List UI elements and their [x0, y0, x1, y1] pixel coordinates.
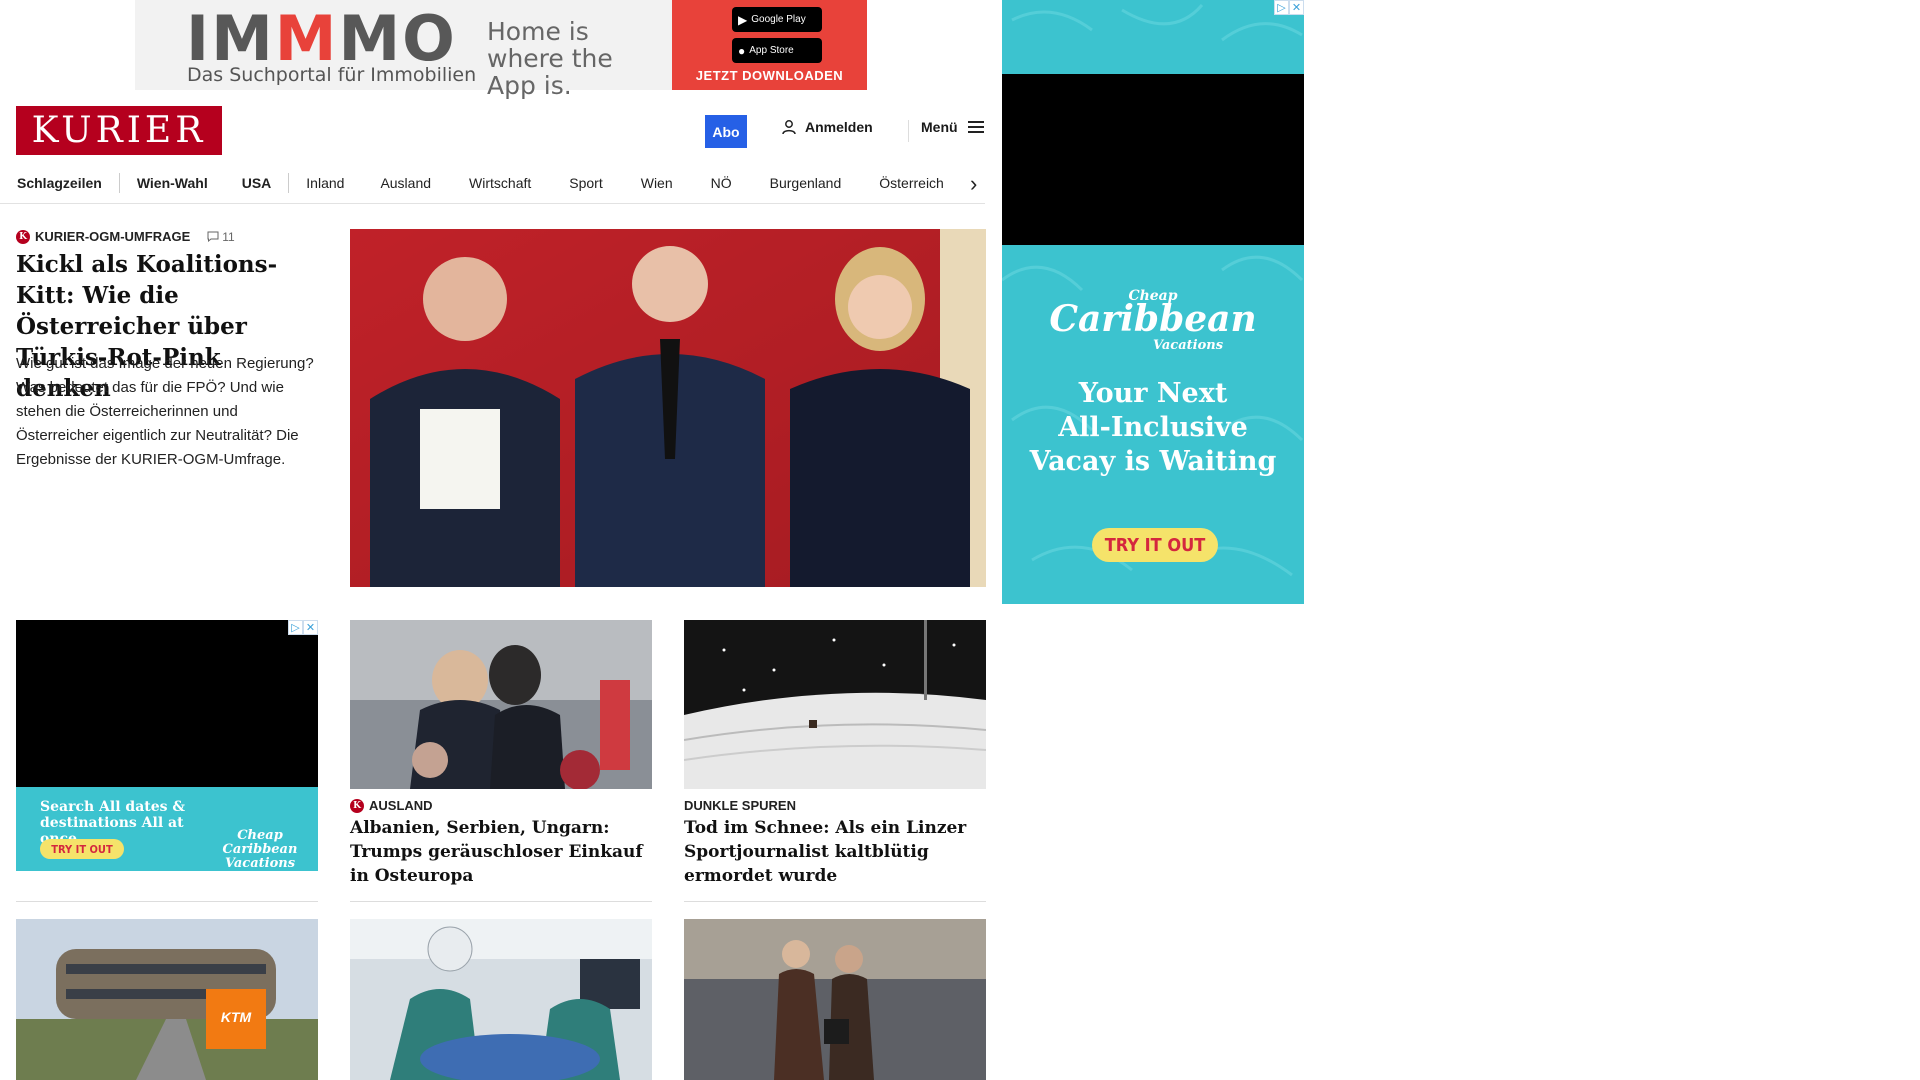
sidebar-ad-headline-3: Vacay is Waiting — [1029, 446, 1277, 477]
caribbean-logo-bottom: Vacations — [1152, 338, 1224, 353]
inline-ad-logo: Cheap Caribbean Vacations — [222, 828, 298, 871]
nav-item-wirtschaft[interactable]: Wirtschaft — [450, 175, 550, 191]
hamburger-icon — [967, 121, 984, 133]
sidebar-ad-headline-2: All-Inclusive — [1058, 412, 1248, 443]
card-image-ktm[interactable]: KTM — [16, 919, 318, 1080]
card-image-dunkle-spuren[interactable] — [684, 620, 986, 789]
comment-icon — [207, 231, 219, 242]
sidebar-ad-video[interactable] — [1002, 74, 1304, 245]
nav-item-wien-wahl[interactable]: Wien-Wahl — [120, 175, 225, 191]
close-icon[interactable]: ✕ — [1289, 0, 1304, 15]
menu-button[interactable]: Menü — [921, 119, 984, 135]
card-image-ausland[interactable] — [350, 620, 652, 789]
ad-choices[interactable]: ▷ ✕ — [288, 620, 318, 635]
chevron-right-icon[interactable]: › — [970, 171, 977, 197]
card-headline-dunkle-spuren[interactable]: Tod im Schnee: Als ein Linzer Sportjourn… — [684, 816, 986, 888]
nav-item-schlagzeilen[interactable]: Schlagzeilen — [0, 175, 119, 191]
play-icon: ▶ — [738, 12, 748, 27]
adchoices-icon[interactable]: ▷ — [288, 620, 303, 635]
svg-text:KTM: KTM — [221, 1009, 252, 1025]
user-icon — [782, 120, 796, 135]
nav-item-inland[interactable]: Inland — [289, 175, 361, 191]
card-divider — [16, 901, 318, 902]
sidebar-ad-cta[interactable]: TRY IT OUT — [1092, 528, 1218, 562]
sidebar-ad-headline-1: Your Next — [1078, 378, 1228, 409]
kurier-plus-icon: K — [350, 798, 364, 813]
nav-item-sport[interactable]: Sport — [550, 175, 621, 191]
login-button[interactable]: Anmelden — [781, 119, 873, 135]
card-kicker-dunkle-spuren[interactable]: DUNKLE SPUREN — [684, 798, 796, 813]
google-play-badge[interactable]: ▶ Google Play — [732, 7, 822, 32]
nav-item-usa[interactable]: USA — [225, 175, 289, 191]
card-image-surgery[interactable] — [350, 919, 652, 1080]
abo-button[interactable]: Abo — [705, 115, 747, 148]
menu-label: Menü — [921, 119, 958, 135]
comment-count[interactable]: 11 — [207, 230, 235, 244]
immmo-tagline: Home is where the App is. — [487, 17, 613, 100]
nav-item-burgenland[interactable]: Burgenland — [751, 175, 861, 191]
card-headline-ausland[interactable]: Albanien, Serbien, Ungarn: Trumps geräus… — [350, 816, 652, 888]
card-kicker-ausland[interactable]: K AUSLAND — [350, 798, 433, 813]
adchoices-icon[interactable]: ▷ — [1274, 0, 1289, 15]
immmo-subtitle: Das Suchportal für Immobilien — [187, 64, 477, 86]
header-divider — [908, 120, 909, 142]
nav-item-wien[interactable]: Wien — [622, 175, 692, 191]
section-nav: Schlagzeilen Wien-Wahl USA Inland Auslan… — [0, 162, 985, 204]
inline-ad-cta[interactable]: TRY IT OUT — [40, 839, 124, 859]
nav-item-oesterreich[interactable]: Österreich — [860, 175, 963, 191]
kurier-plus-icon: K — [16, 229, 30, 244]
top-banner-ad[interactable]: IMMMO Das Suchportal für Immobilien Home… — [135, 0, 867, 99]
card-image-street[interactable] — [684, 919, 986, 1080]
login-label: Anmelden — [805, 119, 873, 135]
lead-kicker[interactable]: K KURIER-OGM-UMFRAGE 11 — [16, 229, 235, 244]
nav-item-ausland[interactable]: Ausland — [361, 175, 450, 191]
download-cta[interactable]: JETZT DOWNLOADEN — [672, 68, 867, 83]
kurier-logo[interactable]: KURIER — [16, 106, 222, 155]
caribbean-logo-main: Caribbean — [1049, 298, 1257, 340]
close-icon[interactable]: ✕ — [303, 620, 318, 635]
nav-item-noe[interactable]: NÖ — [692, 175, 751, 191]
ad-choices[interactable]: ▷ ✕ — [1274, 0, 1304, 15]
inline-ad[interactable]: ▷ ✕ Search All dates & destinations All … — [16, 620, 318, 871]
apple-icon: ● — [738, 43, 746, 58]
lead-image[interactable] — [350, 229, 986, 587]
inline-ad-panel[interactable]: Search All dates & destinations All at o… — [16, 787, 318, 871]
card-divider — [684, 901, 986, 902]
lead-description: Wie gut ist das Image der neuen Regierun… — [16, 355, 314, 468]
app-store-badge[interactable]: ● App Store — [732, 38, 822, 63]
sidebar-ad[interactable]: ▷ ✕ Cheap Caribbean Vacations Your Next … — [1002, 0, 1304, 604]
immmo-logo: IMMMO — [186, 2, 457, 75]
immmo-cta-panel[interactable]: ▶ Google Play ● App Store JETZT DOWNLOAD… — [672, 0, 867, 90]
card-divider — [350, 901, 652, 902]
